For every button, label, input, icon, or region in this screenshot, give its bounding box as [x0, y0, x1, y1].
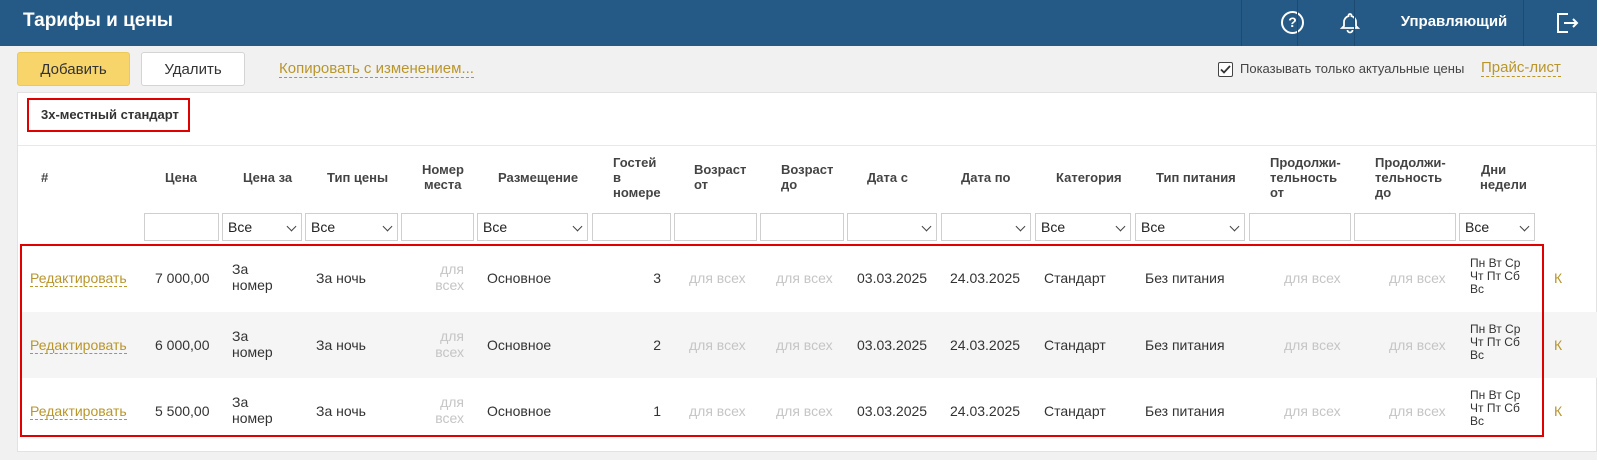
filter-value: Все [228, 219, 253, 235]
header-divider [1241, 0, 1242, 46]
col-header-weekdays-line: Дни [1481, 162, 1507, 177]
col-header-guests-line: Гостей [613, 155, 657, 170]
filter-weekdays-select[interactable]: Все [1459, 213, 1535, 241]
filter-value: Все [483, 219, 508, 235]
add-button[interactable]: Добавить [17, 52, 130, 86]
col-header-guests: Гостей в номере [613, 155, 661, 200]
page-title: Тарифы и цены [23, 10, 174, 31]
col-header-duration-from-line: Продолжи- [1270, 155, 1341, 170]
col-header-price-for: Цена за [243, 170, 293, 185]
col-header-weekdays-line: недели [1480, 177, 1527, 192]
col-header-age-to: Возраст до [781, 162, 833, 192]
rows-highlight-frame [20, 244, 1544, 437]
row-action-link[interactable]: К [1554, 337, 1562, 353]
filter-date-from-select[interactable] [847, 213, 937, 241]
col-header-age-to-line: Возраст [781, 162, 834, 177]
filter-value: Все [1141, 219, 1166, 235]
price-list-link[interactable]: Прайс-лист [1481, 59, 1561, 77]
filter-value: Все [311, 219, 336, 235]
col-header-weekdays: Дни недели [1480, 162, 1527, 192]
filter-age-from-input[interactable] [674, 213, 757, 241]
filter-placement-select[interactable]: Все [477, 213, 588, 241]
col-header-age-from-line: Возраст [694, 162, 747, 177]
filter-price-type-select[interactable]: Все [305, 213, 398, 241]
col-header-age-to-line: до [781, 177, 798, 192]
col-header-duration-from-line: от [1270, 185, 1284, 200]
filter-date-to-select[interactable] [941, 213, 1031, 241]
filter-seat-input[interactable] [401, 213, 474, 241]
header-divider [1297, 0, 1298, 46]
top-bar: Тарифы и цены ? Управляющий [0, 0, 1597, 46]
filter-guests-input[interactable] [592, 213, 671, 241]
header-divider [1523, 0, 1524, 46]
col-header-duration-from-line: тельность [1270, 170, 1338, 185]
logout-icon[interactable] [1553, 10, 1579, 36]
col-header-duration-from: Продолжи-тельность от [1270, 155, 1341, 200]
filter-category-select[interactable]: Все [1035, 213, 1131, 241]
col-header-duration-to-line: тельность [1375, 170, 1443, 185]
filter-value: Все [1041, 219, 1066, 235]
header-divider [1354, 0, 1355, 46]
checkbox-checked-icon [1220, 65, 1231, 74]
col-header-seat-line: места [424, 177, 462, 192]
user-menu[interactable]: Управляющий [1379, 13, 1529, 30]
filter-price-for-select[interactable]: Все [222, 213, 302, 241]
col-header-duration-to-line: до [1375, 185, 1392, 200]
help-icon[interactable]: ? [1281, 11, 1304, 34]
copy-with-changes-link[interactable]: Копировать с изменением... [279, 60, 474, 78]
row-action-link[interactable]: К [1554, 403, 1562, 419]
col-header-age-from: Возраст от [694, 162, 746, 192]
col-header-meal: Тип питания [1156, 170, 1236, 185]
col-header-seat: Номер места [422, 162, 464, 192]
row-action-link[interactable]: К [1554, 270, 1562, 286]
filter-age-to-input[interactable] [760, 213, 844, 241]
col-header-date-to: Дата по [961, 170, 1011, 185]
col-header-guests-line: в [613, 170, 621, 185]
col-header-seat-line: Номер [422, 162, 464, 177]
bell-icon[interactable] [1338, 11, 1362, 35]
col-header-guests-line: номере [613, 185, 661, 200]
col-header-age-from-line: от [694, 177, 708, 192]
delete-button[interactable]: Удалить [141, 52, 245, 86]
filter-price-input[interactable] [144, 213, 219, 241]
col-header-price: Цена [165, 170, 197, 185]
col-header-placement: Размещение [498, 170, 579, 185]
col-header-date-from: Дата с [867, 170, 908, 185]
filter-duration-from-input[interactable] [1249, 213, 1351, 241]
filter-value: Все [1465, 219, 1490, 235]
actual-prices-label: Показывать только актуальные цены [1240, 61, 1465, 76]
col-header-price-type: Тип цены [327, 170, 389, 185]
col-header-num: # [41, 170, 49, 185]
col-header-duration-to: Продолжи-тельность до [1375, 155, 1446, 200]
room-type-label: 3х-местный стандарт [27, 98, 190, 132]
divider [18, 145, 1597, 146]
filter-duration-to-input[interactable] [1354, 213, 1456, 241]
col-header-category: Категория [1056, 170, 1122, 185]
col-header-duration-to-line: Продолжи- [1375, 155, 1446, 170]
filter-meal-select[interactable]: Все [1135, 213, 1245, 241]
